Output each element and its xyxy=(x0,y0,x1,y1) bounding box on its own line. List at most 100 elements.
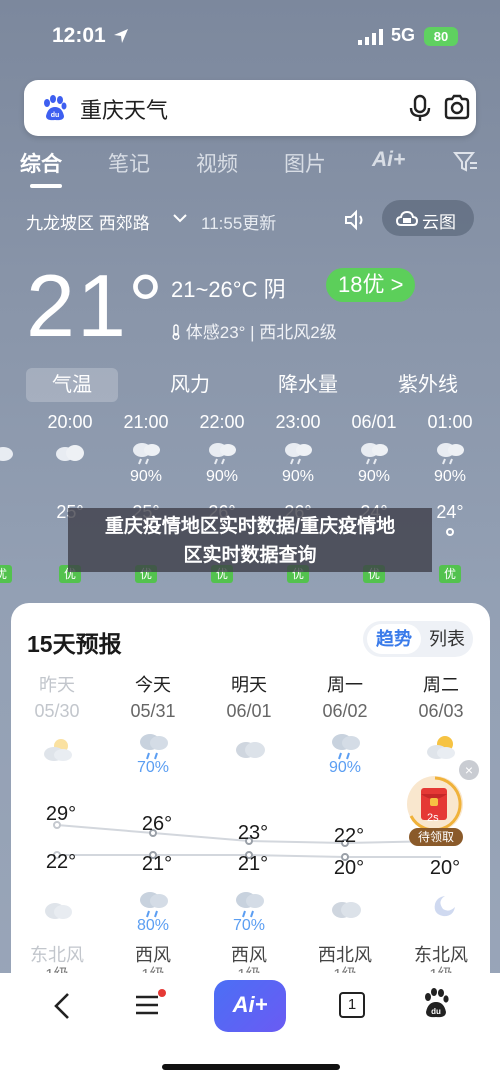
segment-uv[interactable]: 紫外线 xyxy=(380,368,476,402)
update-time: 11:55更新 xyxy=(201,214,277,233)
day-rain-chance: 70% xyxy=(136,759,170,776)
tab-ai[interactable]: Ai+ xyxy=(372,148,405,172)
rain-icon xyxy=(209,443,236,465)
night-rain-chance: 80% xyxy=(136,917,170,934)
day-wind-level: 1级 xyxy=(393,963,489,973)
signal-icon xyxy=(358,29,383,45)
baidu-home-icon[interactable]: du xyxy=(421,987,451,1019)
location-arrow-icon xyxy=(114,29,128,43)
menu-icon[interactable] xyxy=(134,987,168,1021)
hour-time: 01:00 xyxy=(427,412,473,432)
day-wind-level: 1级 xyxy=(297,963,393,973)
ai-assistant-button[interactable]: Ai+ xyxy=(214,980,286,1032)
night-rain-icon xyxy=(236,892,264,918)
red-packet-widget[interactable]: 2s 待领取 xyxy=(403,776,467,848)
hour-aqi-badge: 优 xyxy=(0,565,12,583)
ai-assistant-label: Ai+ xyxy=(232,992,268,1017)
feels-like-wind: 体感23° | 西北风2级 xyxy=(171,318,337,343)
toggle-list[interactable]: 列表 xyxy=(423,624,471,654)
filter-icon[interactable] xyxy=(453,151,479,173)
day-rain-chance: 90% xyxy=(328,759,362,776)
night-cloudy-icon xyxy=(45,903,72,919)
segment-temperature[interactable]: 气温 xyxy=(26,368,118,402)
day-high-temp: 26° xyxy=(141,813,173,835)
thermometer-icon xyxy=(172,324,180,340)
hour-time: 21:00 xyxy=(123,412,169,432)
day-name: 周一 xyxy=(327,675,363,695)
hour-rain-chance: 90% xyxy=(129,468,163,485)
feels-like-text: 体感23° | 西北风2级 xyxy=(185,323,337,342)
day-date: 05/31 xyxy=(130,701,176,721)
day-wind-level: 1级 xyxy=(9,963,105,973)
chevron-down-icon[interactable] xyxy=(173,213,187,223)
day-low-temp: 20° xyxy=(429,857,461,879)
aqi-badge[interactable]: 18优 > xyxy=(326,268,416,302)
tabs-count-button[interactable]: 1 xyxy=(339,992,365,1018)
baidu-paw-icon: du xyxy=(44,95,67,121)
tab-images[interactable]: 图片 xyxy=(284,148,326,178)
night-rain-chance: 70% xyxy=(232,917,266,934)
search-input[interactable]: 重庆天气 xyxy=(80,93,168,125)
tab-video[interactable]: 视频 xyxy=(196,148,238,178)
location-selector[interactable]: 九龙坡区 西郊路 xyxy=(26,209,150,234)
speaker-icon[interactable] xyxy=(344,209,368,231)
temp-range-condition: 21~26°C 阴 xyxy=(171,277,286,302)
microphone-icon[interactable] xyxy=(408,94,432,122)
day-low-temp: 21° xyxy=(141,853,173,875)
day-high-temp: 29° xyxy=(45,803,77,825)
headline-line-2: 区实时数据查询 xyxy=(183,545,317,566)
status-bar: 12:01 5G 80 xyxy=(0,0,500,74)
search-bar[interactable]: du 重庆天气 xyxy=(24,80,476,136)
rain-icon xyxy=(133,443,160,465)
battery-icon: 80 xyxy=(424,27,458,46)
day-date: 06/03 xyxy=(418,701,464,721)
view-toggle: 趋势 列表 xyxy=(363,621,473,657)
hour-time: 00 xyxy=(0,412,23,433)
segment-precipitation[interactable]: 降水量 xyxy=(260,368,356,402)
cloud-map-icon xyxy=(396,210,418,226)
day-name: 今天 xyxy=(135,675,171,695)
day-column[interactable]: 周二 06/03 xyxy=(393,671,489,722)
tab-all[interactable]: 综合 xyxy=(20,148,62,178)
hour-time: 20:00 xyxy=(47,412,93,432)
day-column[interactable]: 明天 06/01 xyxy=(201,671,297,722)
hour-rain-chance: 90% xyxy=(357,468,391,485)
segment-wind[interactable]: 风力 xyxy=(150,368,230,402)
rain-icon xyxy=(285,443,312,465)
cloud-map-label: 云图 xyxy=(422,213,456,232)
day-low-temp: 21° xyxy=(237,853,269,875)
day-high-temp: 22° xyxy=(333,825,365,847)
day-low-temp: 20° xyxy=(333,857,365,879)
day-wind-level: 1级 xyxy=(201,963,297,973)
day-date: 05/30 xyxy=(34,701,80,721)
day-column[interactable]: 昨天 05/30 xyxy=(9,671,105,722)
tab-notes[interactable]: 笔记 xyxy=(108,148,150,178)
hour-rain-chance: 90% xyxy=(205,468,239,485)
headline-overlay: 重庆疫情地区实时数据/重庆疫情地 区实时数据查询 xyxy=(68,508,432,572)
rain-icon xyxy=(437,443,464,465)
back-icon[interactable] xyxy=(52,991,72,1021)
day-high-temp: 23° xyxy=(237,822,269,844)
toggle-trend[interactable]: 趋势 xyxy=(367,624,421,654)
hour-rain-chance: 90% xyxy=(433,468,467,485)
camera-icon[interactable] xyxy=(442,92,472,122)
day-date: 06/02 xyxy=(322,701,368,721)
day-wind-level: 1级 xyxy=(105,963,201,973)
network-type: 5G xyxy=(391,25,416,45)
day-name: 周二 xyxy=(423,675,459,695)
rain-icon xyxy=(140,734,168,760)
red-packet-timer: 2s xyxy=(427,812,439,824)
partly-cloudy-icon xyxy=(44,739,72,761)
hour-time: 23:00 xyxy=(275,412,321,432)
svg-text:du: du xyxy=(51,112,60,119)
partly-sunny-icon xyxy=(427,736,455,759)
day-column[interactable]: 周一 06/02 xyxy=(297,671,393,722)
cloudy-icon xyxy=(56,445,84,461)
day-column[interactable]: 今天 05/31 xyxy=(105,671,201,722)
hour-time: 06/01 xyxy=(351,412,397,432)
cloud-map-button[interactable]: 云图 xyxy=(382,200,474,236)
cloudy-icon xyxy=(236,742,265,758)
day-name: 昨天 xyxy=(39,675,75,695)
day-low-temp: 22° xyxy=(45,851,77,873)
status-time: 12:01 xyxy=(52,24,106,47)
